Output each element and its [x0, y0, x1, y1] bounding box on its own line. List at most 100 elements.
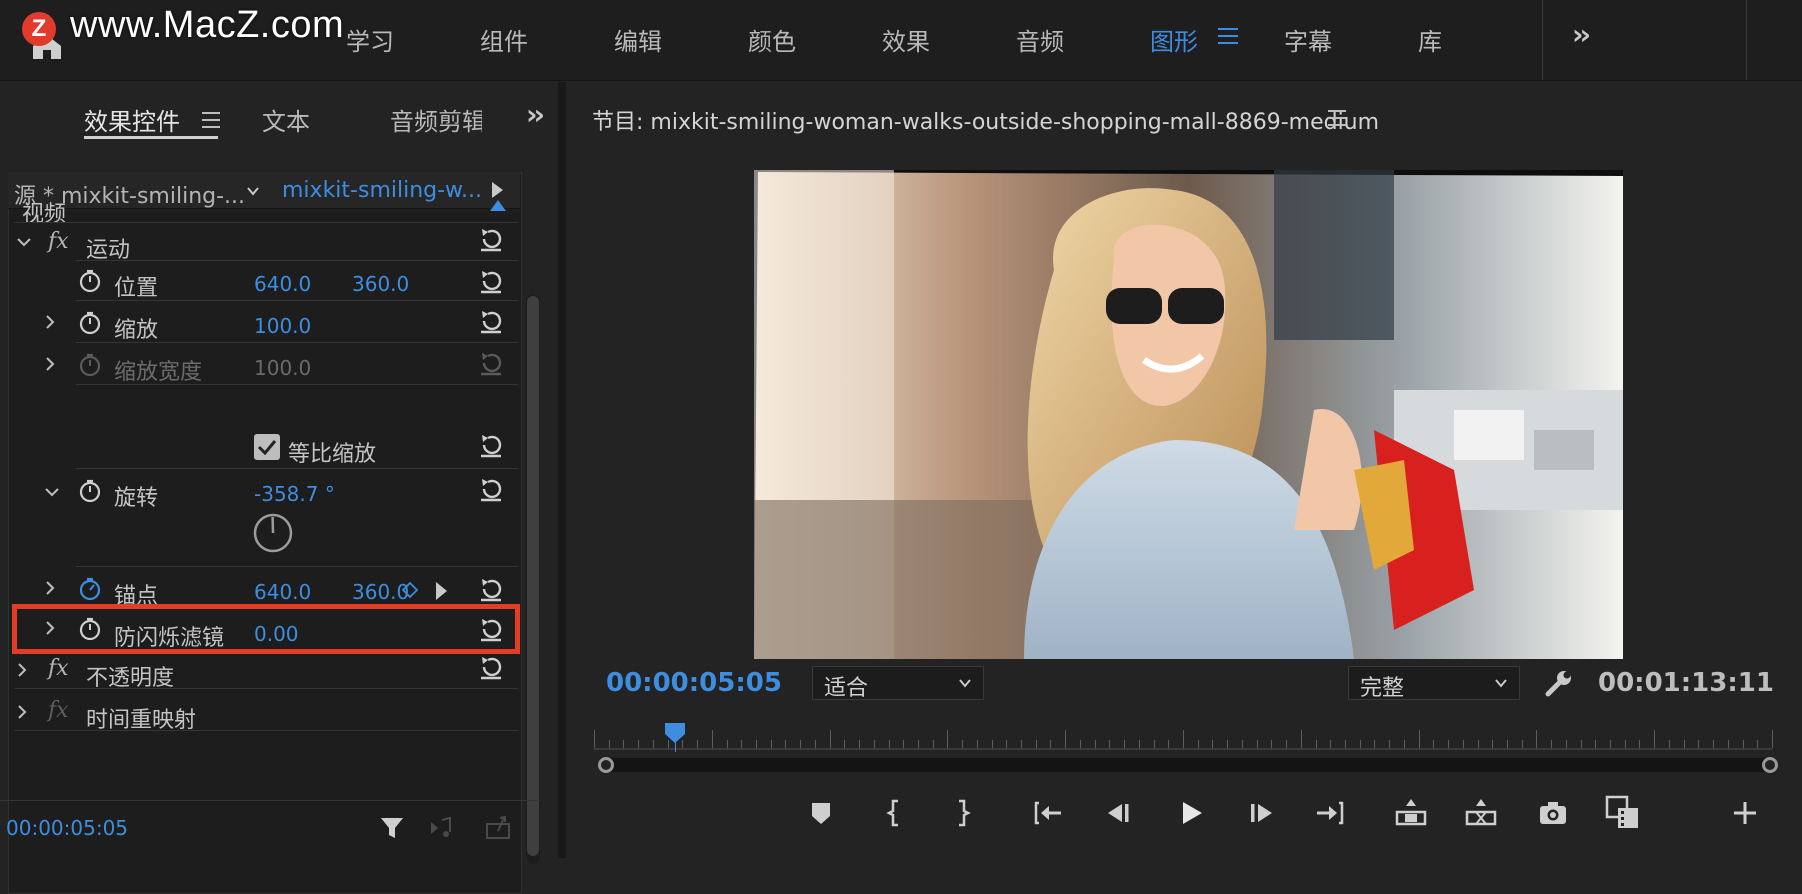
mark-out-icon[interactable]: [946, 796, 980, 830]
ruler-tick: [1610, 740, 1611, 748]
twirl-open-icon[interactable]: [16, 234, 32, 250]
ruler-tick: [609, 740, 610, 748]
twirl-open-icon[interactable]: [44, 484, 60, 500]
ruler-tick: [1492, 740, 1493, 748]
go-to-out-icon[interactable]: [1312, 796, 1346, 830]
current-timecode[interactable]: 00:00:05:05: [606, 668, 782, 698]
workspace-tab-captions[interactable]: 字幕: [1284, 22, 1332, 57]
workspace-tab-libraries[interactable]: 库: [1418, 22, 1442, 57]
scrollbar-thumb[interactable]: [527, 296, 539, 856]
twirl-closed-icon[interactable]: [42, 356, 58, 372]
workspace-tab-learn[interactable]: 学习: [346, 22, 394, 57]
stopwatch-icon[interactable]: [78, 478, 102, 502]
compare-view-icon[interactable]: [1604, 794, 1642, 832]
ruler-tick: [1257, 740, 1258, 748]
extract-icon[interactable]: [1464, 796, 1498, 830]
twirl-closed-icon[interactable]: [14, 662, 30, 678]
fx-icon[interactable]: fx: [48, 698, 69, 723]
monitor-menu-icon[interactable]: [1328, 110, 1346, 131]
tab-audio-clip-mixer[interactable]: 音频剪辑: [390, 102, 482, 137]
export-frame-camera-icon[interactable]: [1536, 796, 1570, 830]
reset-icon[interactable]: [478, 576, 504, 602]
panel-splitter[interactable]: [558, 82, 566, 858]
next-keyframe-icon[interactable]: [436, 582, 447, 600]
rotation-value[interactable]: -358.7 °: [254, 482, 335, 506]
zoom-dropdown-value[interactable]: 适合: [824, 670, 868, 702]
reset-icon[interactable]: [478, 476, 504, 502]
ruler-tick: [800, 740, 801, 748]
workspace-tab-color[interactable]: 颜色: [748, 22, 796, 57]
video-frame-woman-shopping[interactable]: [754, 170, 1623, 659]
uniform-scale-checkbox[interactable]: [254, 434, 280, 460]
ruler-tick: [1669, 740, 1670, 748]
ruler-tick: [1551, 740, 1552, 748]
time-ruler[interactable]: [594, 748, 1772, 750]
reset-icon[interactable]: [478, 268, 504, 294]
workspace-tab-assembly[interactable]: 组件: [480, 22, 528, 57]
sequence-clip-label[interactable]: mixkit-smiling-w...: [282, 178, 482, 203]
tab-text[interactable]: 文本: [262, 102, 310, 137]
workspace-tab-audio[interactable]: 音频: [1016, 22, 1064, 57]
twirl-closed-icon[interactable]: [14, 704, 30, 720]
workspace-tab-effects[interactable]: 效果: [882, 22, 930, 57]
workspace-overflow-icon[interactable]: ››: [1572, 18, 1587, 51]
program-monitor-title[interactable]: 节目: mixkit-smiling-woman-walks-outside-s…: [592, 104, 1379, 136]
panel-overflow-icon[interactable]: ››: [526, 98, 541, 131]
button-editor-plus-icon[interactable]: [1728, 796, 1762, 830]
workspace-menu-icon[interactable]: [1218, 28, 1238, 49]
collapse-up-icon[interactable]: [490, 200, 506, 211]
ruler-tick: [1595, 740, 1596, 748]
chevron-down-icon[interactable]: [1494, 676, 1508, 690]
playhead-marker[interactable]: [664, 722, 686, 744]
keyframe-diamond-icon[interactable]: [402, 582, 418, 598]
panel-menu-icon[interactable]: [202, 112, 220, 133]
lift-icon[interactable]: [1394, 796, 1428, 830]
anchor-x-value[interactable]: 640.0: [254, 580, 311, 604]
reset-icon[interactable]: [478, 226, 504, 252]
workspace-divider: [1746, 0, 1747, 80]
workspace-tab-graphics[interactable]: 图形: [1150, 22, 1198, 57]
twirl-closed-icon[interactable]: [42, 314, 58, 330]
zoom-bar-right-handle[interactable]: [1762, 757, 1778, 773]
stopwatch-active-icon[interactable]: [78, 576, 102, 600]
stopwatch-icon[interactable]: [78, 268, 102, 292]
ruler-tick: [1713, 740, 1714, 748]
position-x-value[interactable]: 640.0: [254, 272, 311, 296]
settings-wrench-icon[interactable]: [1544, 668, 1574, 698]
fx-icon[interactable]: fx: [48, 656, 69, 681]
mark-in-icon[interactable]: [878, 796, 912, 830]
go-to-in-icon[interactable]: [1032, 796, 1066, 830]
ruler-tick: [594, 730, 595, 748]
scale-width-value: 100.0: [254, 356, 311, 380]
rotation-dial[interactable]: [252, 512, 294, 554]
chevron-down-icon[interactable]: [246, 184, 260, 198]
chevron-down-icon[interactable]: [958, 676, 972, 690]
audio-playback-icon: [428, 814, 456, 842]
quality-dropdown-value[interactable]: 完整: [1360, 670, 1404, 702]
reset-icon[interactable]: [478, 308, 504, 334]
play-triangle-icon[interactable]: [492, 182, 503, 198]
add-marker-icon[interactable]: [804, 796, 838, 830]
twirl-closed-icon[interactable]: [42, 580, 58, 596]
filter-icon[interactable]: [378, 814, 406, 842]
anchor-y-value[interactable]: 360.0: [352, 580, 409, 604]
ruler-tick: [1183, 730, 1184, 748]
ruler-tick: [1154, 740, 1155, 748]
reset-icon[interactable]: [478, 432, 504, 458]
effect-controls-timecode[interactable]: 00:00:05:05: [6, 816, 128, 840]
fx-icon[interactable]: fx: [48, 229, 69, 254]
step-back-icon[interactable]: [1102, 796, 1136, 830]
ruler-tick: [933, 740, 934, 748]
zoom-bar-left-handle[interactable]: [598, 757, 614, 773]
scale-value[interactable]: 100.0: [254, 314, 311, 338]
zoom-scroll-bar[interactable]: [598, 758, 1776, 772]
reset-icon[interactable]: [478, 654, 504, 680]
step-forward-icon[interactable]: [1244, 796, 1278, 830]
watermark-text: www.MacZ.com: [70, 4, 344, 47]
tab-effect-controls[interactable]: 效果控件: [84, 102, 180, 137]
stopwatch-icon[interactable]: [78, 310, 102, 334]
ruler-tick: [1286, 740, 1287, 748]
position-y-value[interactable]: 360.0: [352, 272, 409, 296]
play-icon[interactable]: [1174, 796, 1208, 830]
workspace-tab-editing[interactable]: 编辑: [614, 22, 662, 57]
